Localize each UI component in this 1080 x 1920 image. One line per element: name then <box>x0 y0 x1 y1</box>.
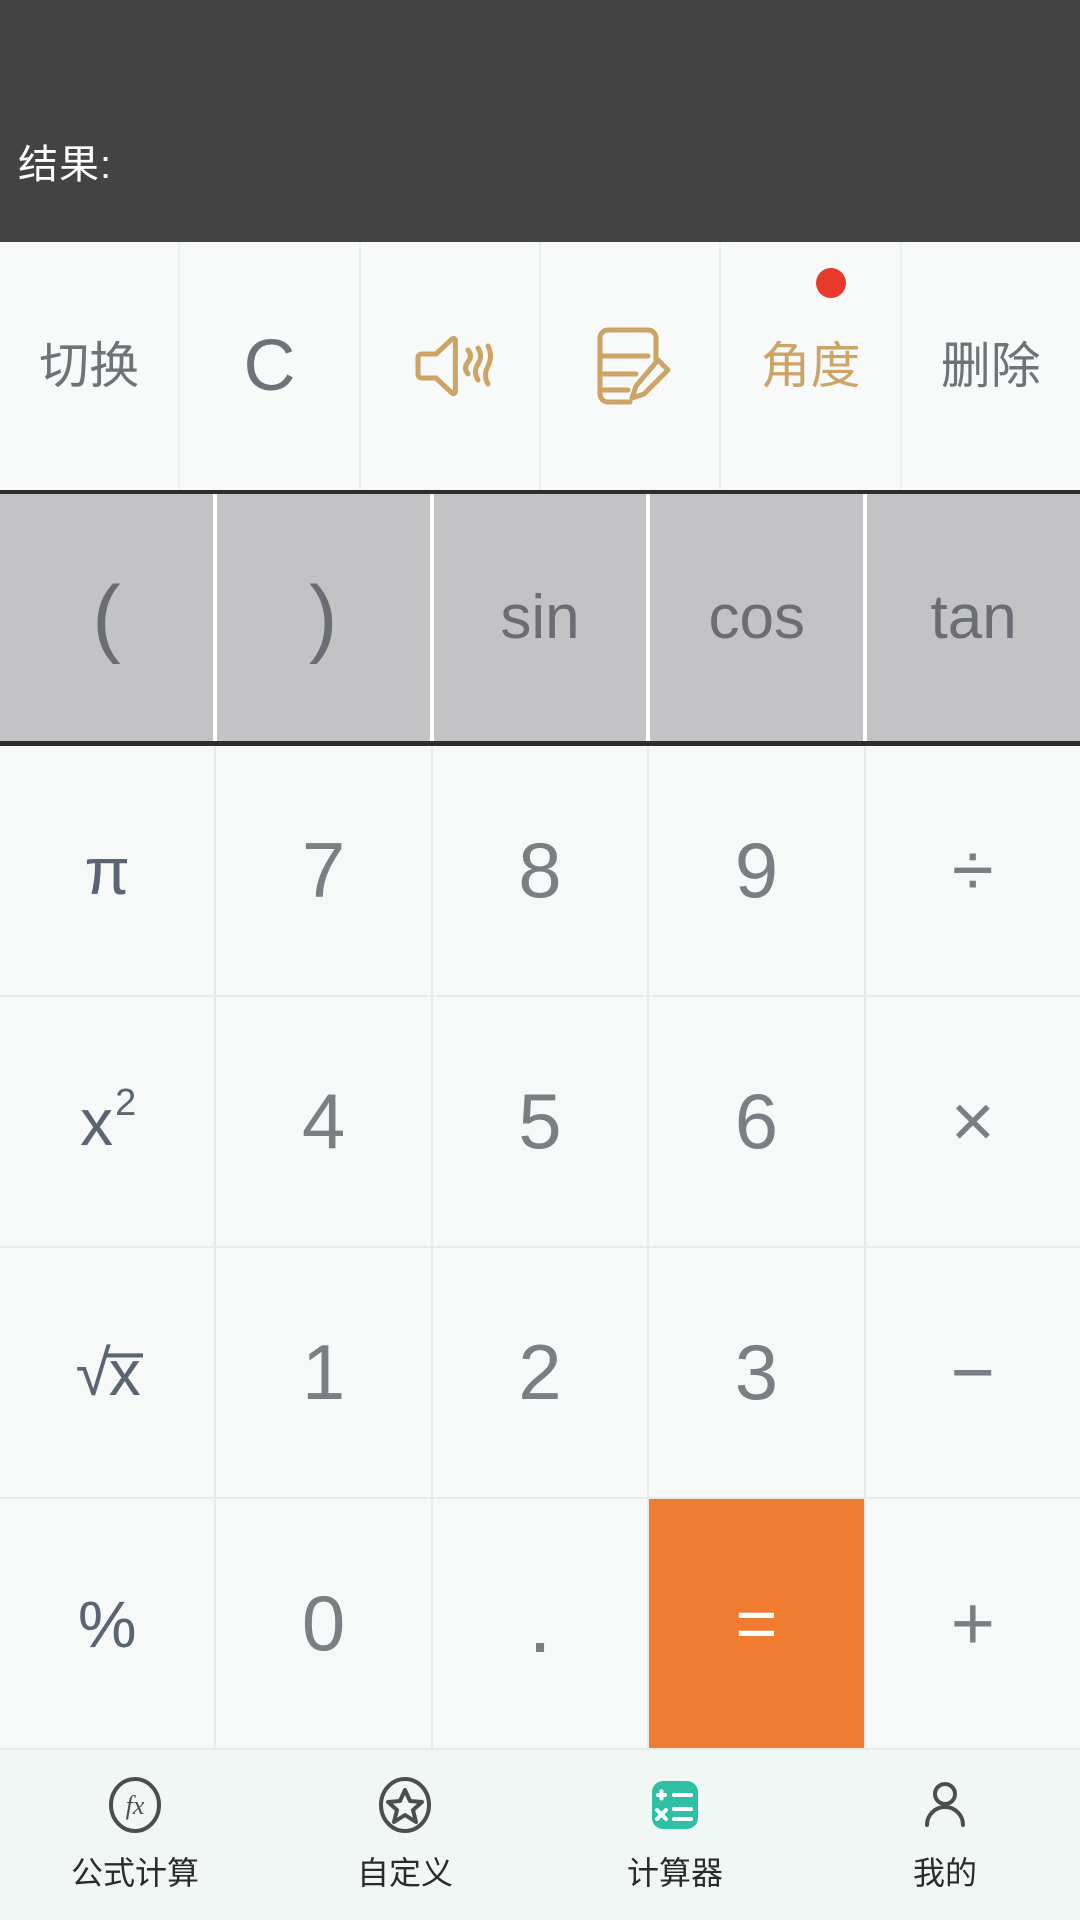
nav-item-formula-calc[interactable]: fx 公式计算 <box>0 1750 270 1920</box>
key-square[interactable]: x2 <box>0 997 215 1246</box>
key-divide[interactable]: ÷ <box>865 746 1080 995</box>
toolbar-item-note[interactable] <box>540 242 722 490</box>
angle-badge-dot <box>815 268 846 298</box>
key-digit-4[interactable]: 4 <box>216 997 431 1246</box>
speaker-wave-icon <box>402 328 498 404</box>
key-equals[interactable]: = <box>649 1499 864 1748</box>
function-row: ( ) sin cos tan <box>0 494 1080 746</box>
key-minus[interactable]: − <box>865 1248 1080 1497</box>
key-digit-7[interactable]: 7 <box>216 746 431 995</box>
nav-item-mine[interactable]: 我的 <box>810 1750 1080 1920</box>
key-digit-0[interactable]: 0 <box>216 1499 431 1748</box>
key-digit-9[interactable]: 9 <box>649 746 864 995</box>
toolbar-item-clear[interactable]: C <box>180 242 361 490</box>
svg-text:fx: fx <box>126 1791 145 1820</box>
key-multiply[interactable]: × <box>865 997 1080 1246</box>
fx-circle-icon: fx <box>106 1776 164 1834</box>
key-digit-8[interactable]: 8 <box>432 746 648 995</box>
function-key-cos[interactable]: cos <box>650 494 868 741</box>
key-sqrt[interactable]: √x̅ <box>0 1248 215 1497</box>
nav-label-calculator: 计算器 <box>626 1855 723 1891</box>
nav-label-mine: 我的 <box>912 1855 977 1891</box>
nav-label-formula-calc: 公式计算 <box>70 1855 199 1891</box>
toolbar-delete-label: 删除 <box>940 338 1041 394</box>
toolbar: 切换 C 角度 删除 <box>0 242 1080 494</box>
key-plus[interactable]: + <box>865 1499 1080 1748</box>
toolbar-item-delete[interactable]: 删除 <box>901 242 1080 490</box>
toolbar-item-switch[interactable]: 切换 <box>0 242 181 490</box>
function-key-close-paren[interactable]: ) <box>216 494 434 741</box>
toolbar-clear-label: C <box>243 326 296 406</box>
nav-label-custom: 自定义 <box>356 1855 453 1891</box>
display-panel: 结果: <box>0 0 1080 242</box>
key-digit-2[interactable]: 2 <box>432 1248 648 1497</box>
key-decimal[interactable]: . <box>432 1499 648 1748</box>
calculator-app: 结果: 切换 C 角度 删除 () sin cos tan π 7 8 9 ÷… <box>0 0 1080 1920</box>
function-key-tan[interactable]: tan <box>867 494 1080 741</box>
key-digit-5[interactable]: 5 <box>432 997 648 1246</box>
display-result-label: 结果: <box>18 143 113 187</box>
note-pencil-icon <box>586 322 674 410</box>
toolbar-item-sound[interactable] <box>360 242 541 490</box>
nav-item-custom[interactable]: 自定义 <box>270 1750 540 1920</box>
key-digit-3[interactable]: 3 <box>649 1248 864 1497</box>
keypad: π 7 8 9 ÷ x2 4 5 6 × √x̅ 1 2 3 − % 0 . =… <box>0 746 1080 1748</box>
toolbar-angle-label: 角度 <box>760 338 861 394</box>
key-pi[interactable]: π <box>0 746 215 995</box>
key-percent[interactable]: % <box>0 1499 215 1748</box>
star-circle-icon <box>376 1776 434 1834</box>
bottom-nav: fx 公式计算 自定义 计算器 我的 <box>0 1748 1080 1920</box>
person-icon <box>916 1776 974 1834</box>
toolbar-item-angle[interactable]: 角度 <box>721 242 902 490</box>
toolbar-switch-label: 切换 <box>39 338 140 394</box>
calculator-icon <box>646 1776 704 1834</box>
key-digit-6[interactable]: 6 <box>649 997 864 1246</box>
function-key-open-paren[interactable]: ( <box>0 494 217 741</box>
nav-item-calculator[interactable]: 计算器 <box>540 1750 810 1920</box>
function-key-sin[interactable]: sin <box>433 494 651 741</box>
key-digit-1[interactable]: 1 <box>216 1248 431 1497</box>
